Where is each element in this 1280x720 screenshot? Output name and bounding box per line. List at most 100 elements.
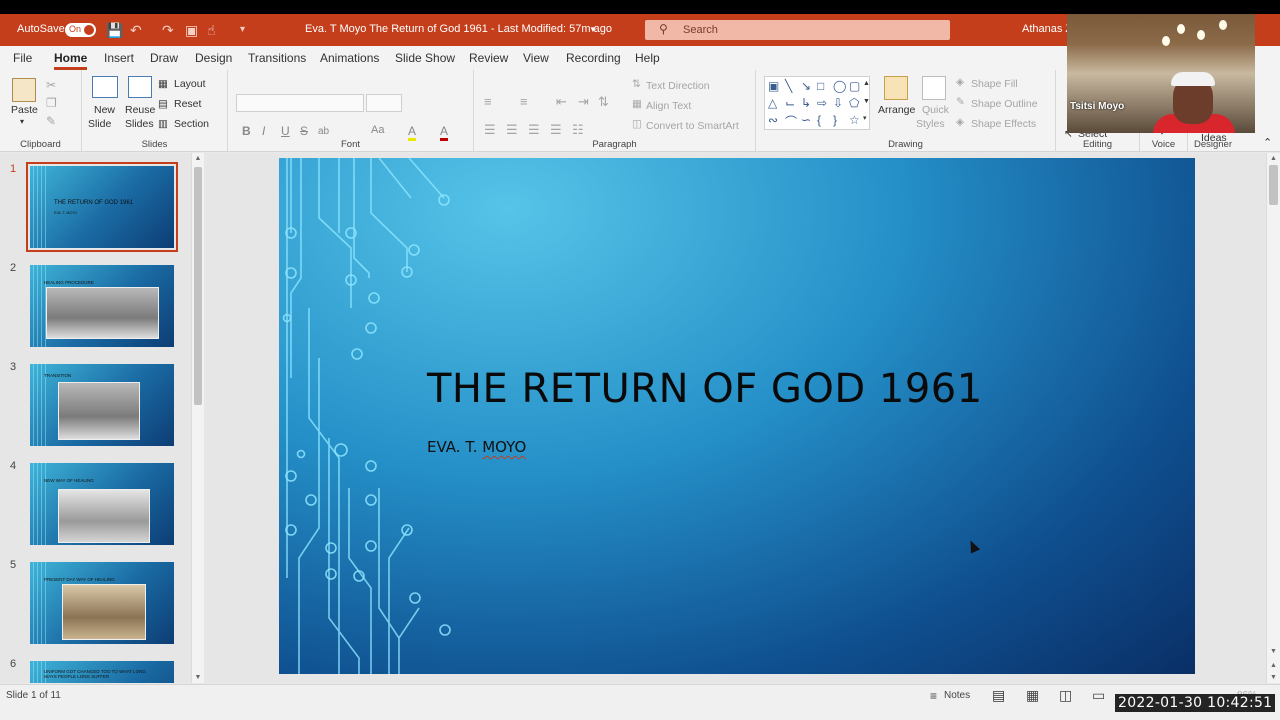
line-shape-icon[interactable]: ╲: [785, 79, 792, 93]
quick-styles-label-1[interactable]: Quick: [922, 104, 949, 116]
save-icon[interactable]: 💾: [106, 22, 123, 39]
reset-button[interactable]: Reset: [174, 98, 201, 110]
justify-icon[interactable]: ☰: [550, 122, 562, 138]
tab-view[interactable]: View: [523, 51, 549, 65]
gallery-down-icon[interactable]: ▼: [863, 98, 870, 105]
tab-home[interactable]: Home: [54, 51, 88, 70]
oval-shape-icon[interactable]: ◯: [833, 79, 846, 93]
notes-button[interactable]: Notes: [944, 690, 970, 701]
format-painter-icon[interactable]: ✎: [46, 114, 56, 128]
shape-fill-button[interactable]: Shape Fill: [971, 78, 1018, 90]
arc-shape-icon[interactable]: ∽: [801, 113, 811, 127]
gallery-more-icon[interactable]: ▾: [863, 114, 867, 122]
quick-styles-label-2[interactable]: Styles: [916, 118, 945, 130]
shape-effects-icon[interactable]: ◈: [956, 116, 964, 128]
present-icon[interactable]: ▣: [185, 22, 198, 39]
normal-view-icon[interactable]: ▤: [992, 687, 1005, 704]
smartart-icon[interactable]: ◫: [632, 118, 642, 130]
slide-title[interactable]: THE RETURN OF GOD 1961: [427, 366, 983, 412]
gallery-up-icon[interactable]: ▲: [863, 80, 870, 87]
rectangle-shape-icon[interactable]: □: [817, 79, 824, 93]
reuse-slides-label-1[interactable]: Reuse: [125, 104, 155, 116]
tab-review[interactable]: Review: [469, 51, 508, 65]
reuse-slides-label-2[interactable]: Slides: [125, 118, 154, 130]
arrange-icon[interactable]: [884, 76, 908, 100]
layout-icon[interactable]: ▦: [158, 78, 168, 90]
user-name[interactable]: Athanas Z: [1022, 23, 1072, 35]
scroll-up-icon[interactable]: ▲: [1267, 155, 1280, 162]
scroll-down-icon[interactable]: ▼: [192, 674, 204, 681]
tab-design[interactable]: Design: [195, 51, 232, 65]
underline-button[interactable]: U: [281, 124, 290, 138]
new-slide-label-1[interactable]: New: [94, 104, 115, 116]
shape-outline-button[interactable]: Shape Outline: [971, 98, 1038, 110]
right-arrow-shape-icon[interactable]: ⇨: [817, 96, 827, 110]
align-right-icon[interactable]: ☰: [528, 122, 540, 138]
connector-shape-icon[interactable]: ⌙: [785, 96, 795, 110]
notes-icon[interactable]: ≡: [930, 689, 937, 703]
new-slide-icon[interactable]: [92, 76, 118, 98]
document-title[interactable]: Eva. T Moyo The Return of God 1961 - Las…: [305, 23, 612, 35]
current-slide[interactable]: THE RETURN OF GOD 1961 EVA. T. MOYO: [279, 158, 1195, 674]
font-name-combo[interactable]: [236, 94, 364, 112]
tab-recording[interactable]: Recording: [566, 51, 621, 65]
scroll-up-icon[interactable]: ▲: [192, 155, 204, 162]
paste-button[interactable]: Paste: [11, 104, 38, 116]
slide-thumbnail-2[interactable]: HEALING PROCEDURE: [30, 265, 174, 347]
slide-thumbnail-4[interactable]: NEW WAY OF HEALING: [30, 463, 174, 545]
textbox-shape-icon[interactable]: ▣: [768, 79, 779, 93]
numbering-icon[interactable]: ≡: [520, 94, 528, 109]
change-case-button[interactable]: Aa: [371, 124, 384, 136]
tab-draw[interactable]: Draw: [150, 51, 178, 65]
scroll-down-icon[interactable]: ▼: [1267, 648, 1280, 655]
align-left-icon[interactable]: ☰: [484, 122, 496, 138]
freeform-shape-icon[interactable]: ∾: [768, 113, 778, 127]
columns-icon[interactable]: ☷: [572, 122, 584, 138]
arrange-button[interactable]: Arrange: [878, 104, 915, 116]
reset-icon[interactable]: ▤: [158, 98, 168, 110]
slide-thumbnail-3[interactable]: TRANSITION: [30, 364, 174, 446]
text-direction-icon[interactable]: ⇅: [632, 78, 641, 90]
slide-scrollbar[interactable]: ▲ ▼ ▲ ▼: [1266, 153, 1280, 683]
arrow-line-shape-icon[interactable]: ↘: [801, 79, 811, 93]
autosave-toggle[interactable]: On: [65, 23, 96, 37]
curve-shape-icon[interactable]: ⌒: [785, 113, 797, 130]
cut-icon[interactable]: ✂: [46, 78, 56, 92]
text-direction-button[interactable]: Text Direction: [646, 80, 710, 92]
shape-effects-button[interactable]: Shape Effects: [971, 118, 1036, 130]
slide-show-icon[interactable]: ▭: [1092, 687, 1105, 704]
tab-insert[interactable]: Insert: [104, 51, 134, 65]
line-spacing-icon[interactable]: ⇅: [598, 94, 609, 110]
italic-button[interactable]: I: [262, 124, 265, 138]
scrollbar-thumb[interactable]: [194, 167, 202, 405]
previous-slide-icon[interactable]: ▲: [1267, 662, 1280, 669]
align-text-icon[interactable]: ▦: [632, 98, 642, 110]
chevron-down-icon[interactable]: ▼: [589, 25, 597, 34]
reading-view-icon[interactable]: ◫: [1059, 687, 1072, 704]
next-slide-icon[interactable]: ▼: [1267, 674, 1280, 681]
align-text-button[interactable]: Align Text: [646, 100, 691, 112]
shadow-button[interactable]: ab: [318, 126, 329, 137]
layout-button[interactable]: Layout: [174, 78, 206, 90]
elbow-shape-icon[interactable]: ↳: [801, 96, 811, 110]
tab-animations[interactable]: Animations: [320, 51, 379, 65]
touch-mode-icon[interactable]: ☝: [207, 22, 216, 39]
collapse-ribbon-icon[interactable]: ⌃: [1263, 136, 1272, 149]
left-brace-shape-icon[interactable]: {: [817, 113, 821, 127]
align-center-icon[interactable]: ☰: [506, 122, 518, 138]
shapes-gallery[interactable]: ▣ ╲ ↘ □ ◯ ▢ △ ⌙ ↳ ⇨ ⇩ ⬠ ∾ ⌒ ∽ { } ☆: [764, 76, 870, 130]
decrease-indent-icon[interactable]: ⇤: [556, 94, 567, 110]
new-slide-label-2[interactable]: Slide: [88, 118, 111, 130]
redo-icon[interactable]: ↷: [162, 22, 174, 39]
section-icon[interactable]: ▥: [158, 118, 168, 130]
reuse-slides-icon[interactable]: [128, 76, 152, 98]
slide-thumbnail-6[interactable]: UNIFORM GOT CHANGED TOO TO WHAT LONG WAY…: [30, 661, 174, 683]
tab-help[interactable]: Help: [635, 51, 660, 65]
paste-icon[interactable]: [12, 78, 36, 102]
thumbnail-scrollbar[interactable]: ▲ ▼: [191, 153, 204, 683]
scrollbar-thumb[interactable]: [1269, 165, 1278, 205]
down-arrow-shape-icon[interactable]: ⇩: [833, 96, 843, 110]
search-input[interactable]: ⚲ Search: [645, 20, 950, 40]
tab-file[interactable]: File: [13, 51, 32, 65]
convert-to-smartart-button[interactable]: Convert to SmartArt: [646, 120, 739, 132]
